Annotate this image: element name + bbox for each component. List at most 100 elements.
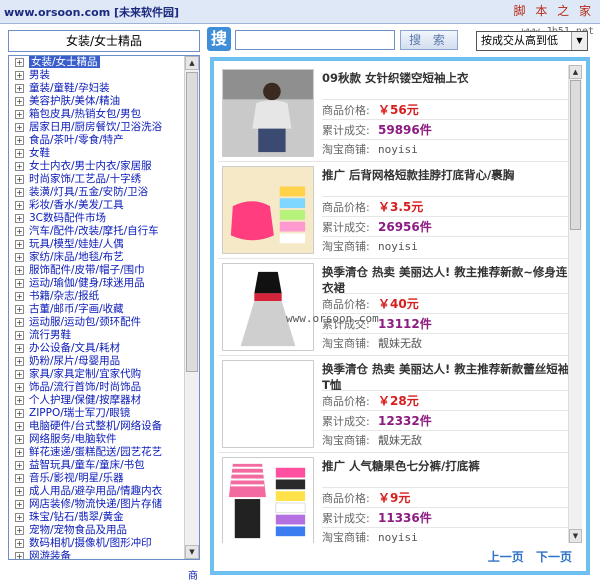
expand-plus-icon[interactable]: +: [15, 252, 24, 262]
product-item[interactable]: 推广 人气糖果色七分裤/打底裤 商品价格: ￥9元 累计成交: 11336件 淘宝商铺: n…: [218, 453, 570, 543]
tree-item[interactable]: + 女装/女士精品: [9, 56, 185, 69]
next-page-link[interactable]: 下一页: [536, 550, 572, 564]
expand-plus-icon[interactable]: +: [15, 434, 24, 444]
tree-item[interactable]: + 装潢/灯具/五金/安防/卫浴: [9, 186, 185, 199]
product-shop[interactable]: noyisi: [378, 143, 418, 156]
product-item[interactable]: 推广 后背网格短款挂脖打底背心/裹胸 商品价格: ￥3.5元 累计成交: 26956件淘…: [218, 162, 570, 259]
tree-item[interactable]: + 网游装备: [9, 550, 185, 559]
tree-item[interactable]: + 时尚家饰/工艺品/十字绣: [9, 173, 185, 186]
tree-item[interactable]: + 运动/瑜伽/健身/球迷用品: [9, 277, 185, 290]
tree-item[interactable]: + 家具/家具定制/宜家代购: [9, 368, 185, 381]
tree-scroll-thumb[interactable]: [186, 72, 198, 372]
expand-plus-icon[interactable]: +: [15, 83, 24, 93]
expand-plus-icon[interactable]: +: [15, 382, 24, 392]
expand-plus-icon[interactable]: +: [15, 408, 24, 418]
scroll-up-icon[interactable]: ▲: [185, 56, 199, 70]
expand-plus-icon[interactable]: +: [15, 421, 24, 431]
tree-item[interactable]: + 音乐/影视/明星/乐器: [9, 472, 185, 485]
expand-plus-icon[interactable]: +: [15, 525, 24, 535]
tree-item[interactable]: + 数码相机/摄像机/图形冲印: [9, 537, 185, 550]
tree-item[interactable]: +3C数码配件市场: [9, 212, 185, 225]
tree-item[interactable]: + 汽车/配件/改装/摩托/自行车: [9, 225, 185, 238]
scroll-up-icon[interactable]: ▲: [569, 65, 582, 79]
tree-item[interactable]: + 男装: [9, 69, 185, 82]
chevron-down-icon[interactable]: ▼: [571, 32, 587, 50]
expand-plus-icon[interactable]: +: [15, 486, 24, 496]
tree-item[interactable]: + 成人用品/避孕用品/情趣内衣: [9, 485, 185, 498]
prev-page-link[interactable]: 上一页: [488, 550, 524, 564]
scroll-down-icon[interactable]: ▼: [185, 545, 199, 559]
tree-item[interactable]: + 奶粉/尿片/母婴用品: [9, 355, 185, 368]
tree-item[interactable]: + 电脑硬件/台式整机/网络设备: [9, 420, 185, 433]
tree-item[interactable]: + 鲜花速递/蛋糕配送/园艺花艺: [9, 446, 185, 459]
expand-plus-icon[interactable]: +: [15, 239, 24, 249]
expand-plus-icon[interactable]: +: [15, 460, 24, 470]
tree-item[interactable]: + 益智玩具/童车/童床/书包: [9, 459, 185, 472]
tree-item[interactable]: + 服饰配件/皮带/帽子/围巾: [9, 264, 185, 277]
expand-plus-icon[interactable]: +: [15, 109, 24, 119]
expand-plus-icon[interactable]: +: [15, 447, 24, 457]
product-shop[interactable]: 靓妹无敌: [378, 434, 422, 447]
tree-item[interactable]: + 居家日用/厨房餐饮/卫浴洗浴: [9, 121, 185, 134]
product-image[interactable]: [222, 360, 314, 448]
expand-plus-icon[interactable]: +: [15, 148, 24, 158]
tree-item[interactable]: + 女士内衣/男士内衣/家居服: [9, 160, 185, 173]
expand-plus-icon[interactable]: +: [15, 330, 24, 340]
product-item[interactable]: 09秋款 女针织镂空短袖上衣 商品价格: ￥56元 累计成交: 59896件 淘宝商铺: n…: [218, 65, 570, 162]
product-shop[interactable]: noyisi: [378, 531, 418, 543]
product-item[interactable]: 换季清仓 热卖 美丽达人! 教主推荐新款蕾丝短袖T恤 商品价格: ￥28元 累计成交:…: [218, 356, 570, 453]
scroll-down-icon[interactable]: ▼: [569, 529, 582, 543]
tree-item[interactable]: + 食品/茶叶/零食/特产: [9, 134, 185, 147]
tree-item[interactable]: + 玩具/模型/娃娃/人偶: [9, 238, 185, 251]
expand-plus-icon[interactable]: +: [15, 213, 24, 223]
tree-item[interactable]: + 个人护理/保健/按摩器材: [9, 394, 185, 407]
tree-item[interactable]: + 运动服/运动包/颈环配件: [9, 316, 185, 329]
product-title[interactable]: 推广 后背网格短款挂脖打底背心/裹胸: [322, 167, 570, 183]
results-scroll-thumb[interactable]: [570, 80, 581, 230]
product-image[interactable]: [222, 166, 314, 254]
expand-plus-icon[interactable]: +: [15, 96, 24, 106]
product-title[interactable]: 推广 人气糖果色七分裤/打底裤: [322, 458, 570, 474]
tree-item[interactable]: + 办公设备/文具/耗材: [9, 342, 185, 355]
tree-item[interactable]: + ZIPPO/瑞士军刀/眼镜: [9, 407, 185, 420]
expand-plus-icon[interactable]: +: [15, 304, 24, 314]
expand-plus-icon[interactable]: +: [15, 135, 24, 145]
tree-item[interactable]: + 书籍/杂志/报纸: [9, 290, 185, 303]
tree-item[interactable]: + 女鞋: [9, 147, 185, 160]
tree-scrollbar[interactable]: ▲ ▼: [184, 56, 199, 559]
expand-plus-icon[interactable]: +: [15, 512, 24, 522]
tree-item[interactable]: + 箱包皮具/热销女包/男包: [9, 108, 185, 121]
expand-plus-icon[interactable]: +: [15, 187, 24, 197]
product-shop[interactable]: noyisi: [378, 240, 418, 253]
product-image[interactable]: [222, 263, 314, 351]
tree-item[interactable]: + 流行男鞋: [9, 329, 185, 342]
search-input[interactable]: [235, 30, 395, 50]
product-title[interactable]: 09秋款 女针织镂空短袖上衣: [322, 70, 570, 86]
expand-plus-icon[interactable]: +: [15, 265, 24, 275]
expand-plus-icon[interactable]: +: [15, 200, 24, 210]
tree-item[interactable]: + 饰品/流行首饰/时尚饰品: [9, 381, 185, 394]
expand-plus-icon[interactable]: +: [15, 395, 24, 405]
expand-plus-icon[interactable]: +: [15, 343, 24, 353]
expand-plus-icon[interactable]: +: [15, 499, 24, 509]
product-image[interactable]: [222, 69, 314, 157]
results-scrollbar[interactable]: ▲ ▼: [568, 65, 582, 543]
product-image[interactable]: [222, 457, 314, 543]
expand-plus-icon[interactable]: +: [15, 356, 24, 366]
expand-plus-icon[interactable]: +: [15, 473, 24, 483]
expand-plus-icon[interactable]: +: [15, 538, 24, 548]
tree-item[interactable]: + 童装/童鞋/孕妇装: [9, 82, 185, 95]
expand-plus-icon[interactable]: +: [15, 226, 24, 236]
tree-item[interactable]: + 彩妆/香水/美发/工具: [9, 199, 185, 212]
sort-select[interactable]: 按成交从高到低 ▼: [476, 31, 588, 51]
product-title[interactable]: 换季清仓 热卖 美丽达人! 教主推荐新款~修身连衣裙: [322, 264, 570, 296]
tree-item[interactable]: + 网店装修/物流快递/图片存储: [9, 498, 185, 511]
expand-plus-icon[interactable]: +: [15, 317, 24, 327]
tree-item[interactable]: + 网络服务/电脑软件: [9, 433, 185, 446]
expand-plus-icon[interactable]: +: [15, 291, 24, 301]
tree-item[interactable]: + 美容护肤/美体/精油: [9, 95, 185, 108]
expand-plus-icon[interactable]: +: [15, 70, 24, 80]
expand-plus-icon[interactable]: +: [15, 122, 24, 132]
product-shop[interactable]: 靓妹无敌: [378, 337, 422, 350]
expand-plus-icon[interactable]: +: [15, 57, 24, 67]
